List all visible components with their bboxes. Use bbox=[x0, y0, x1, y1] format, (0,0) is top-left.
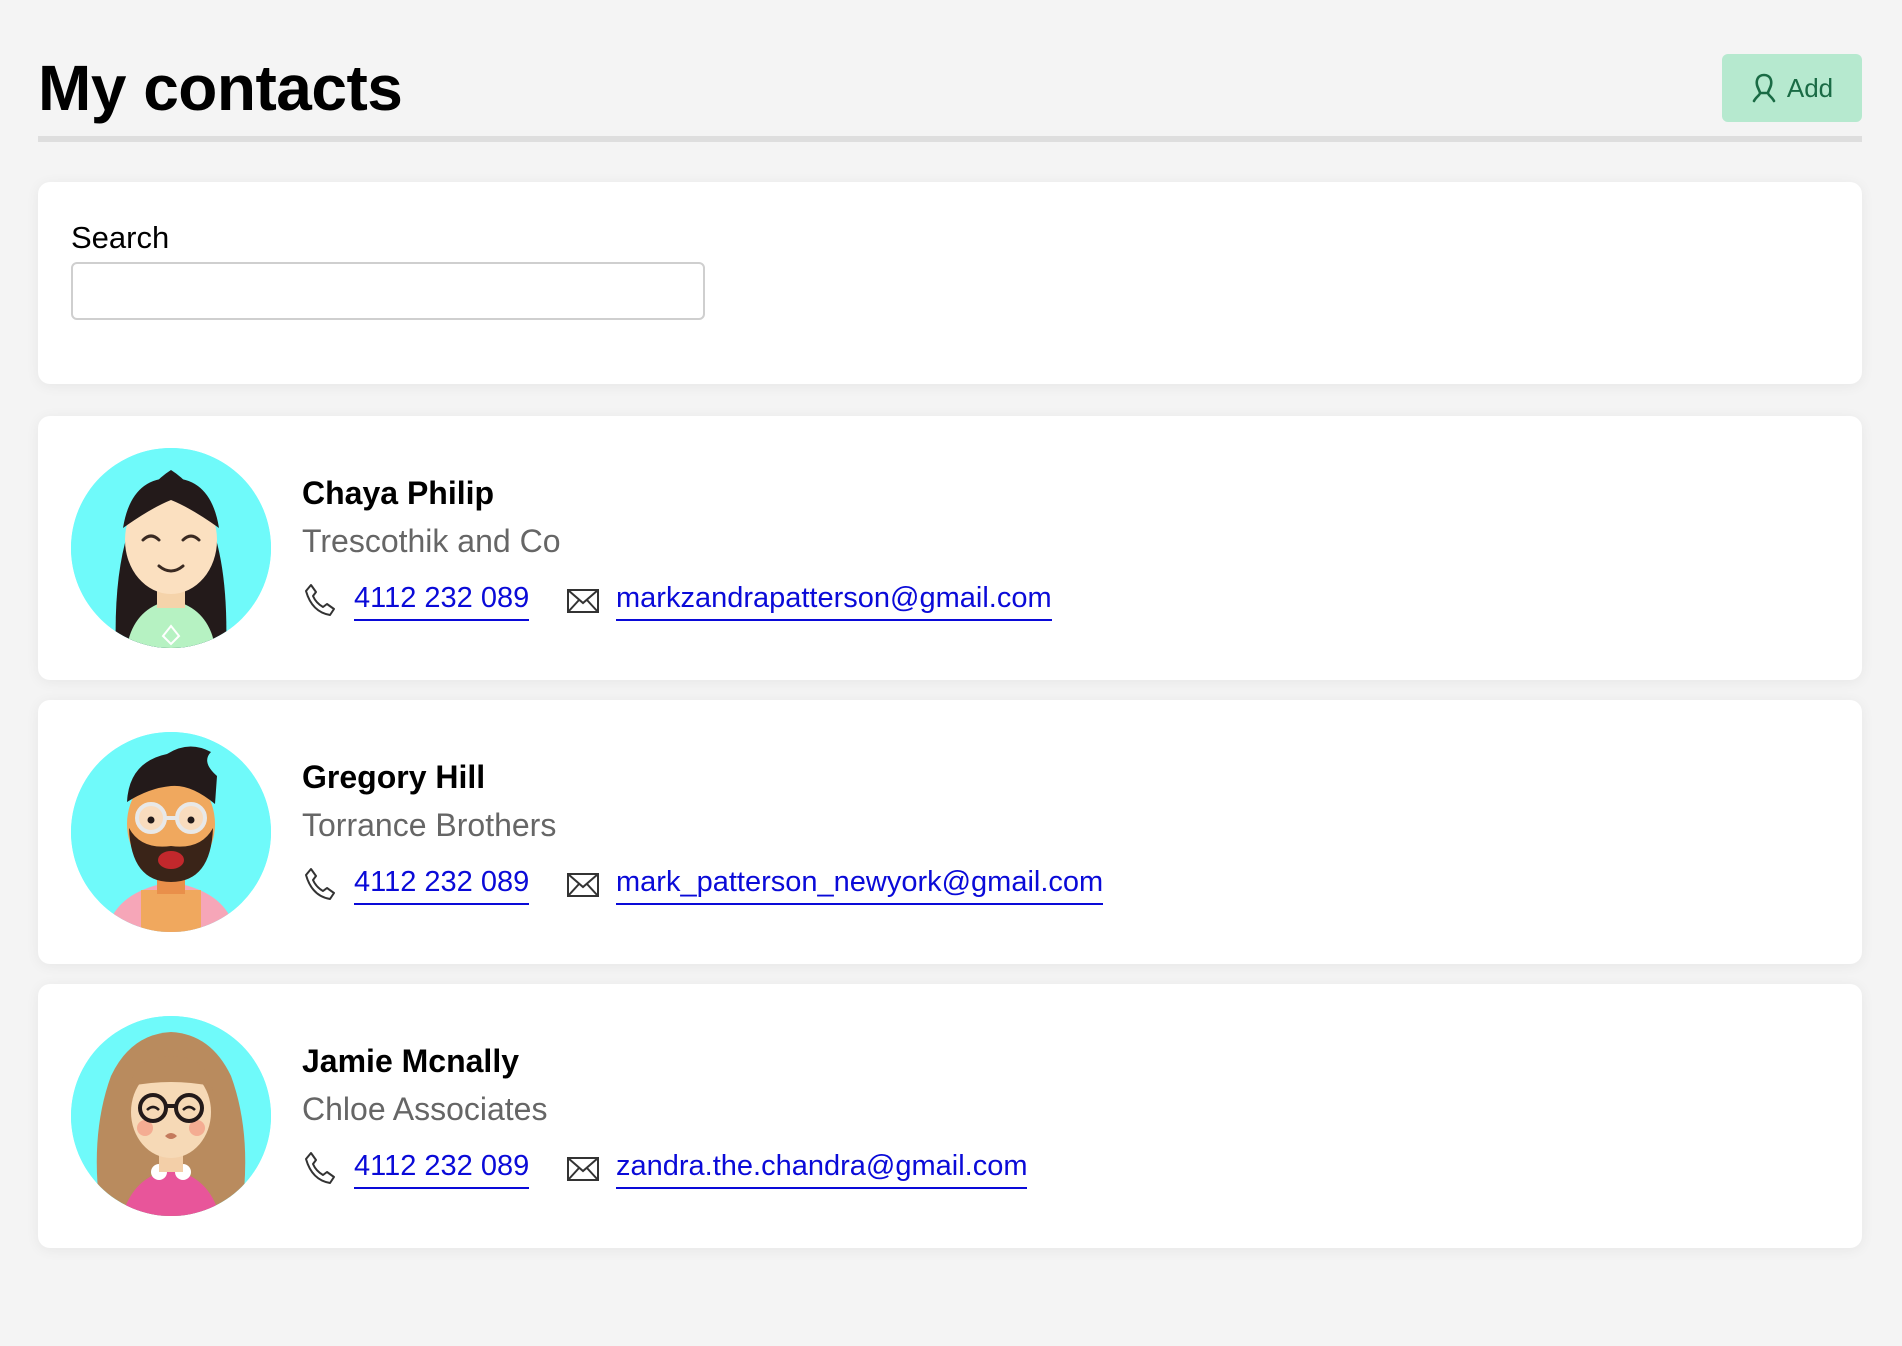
phone-icon bbox=[305, 1152, 335, 1184]
contact-card: Chaya Philip Trescothik and Co 4112 232 … bbox=[38, 416, 1862, 680]
phone-icon bbox=[305, 584, 335, 616]
page-title: My contacts bbox=[38, 52, 403, 124]
phone-link[interactable]: 4112 232 089 bbox=[354, 864, 530, 905]
email-link[interactable]: mark_patterson_newyork@gmail.com bbox=[616, 864, 1104, 905]
phone-icon bbox=[305, 868, 335, 900]
add-button-label: Add bbox=[1786, 72, 1834, 103]
person-add-icon bbox=[1752, 73, 1776, 103]
contact-card: Gregory Hill Torrance Brothers 4112 232 … bbox=[38, 700, 1862, 964]
phone-link[interactable]: 4112 232 089 bbox=[354, 580, 530, 621]
page-header: My contacts Add bbox=[38, 52, 1862, 142]
mail-icon bbox=[567, 1157, 599, 1181]
search-panel: Search bbox=[38, 182, 1862, 384]
contacts-page: My contacts Add Search Chaya Philip Tres… bbox=[0, 0, 1902, 1346]
contact-company: Chloe Associates bbox=[302, 1091, 548, 1127]
contact-name: Gregory Hill bbox=[302, 759, 486, 795]
bearded-man-avatar-icon bbox=[71, 732, 271, 932]
contact-name: Chaya Philip bbox=[302, 475, 495, 511]
contact-company: Torrance Brothers bbox=[302, 807, 557, 843]
woman-glasses-avatar-icon bbox=[71, 1016, 271, 1216]
add-contact-button[interactable]: Add bbox=[1722, 54, 1862, 122]
email-link[interactable]: zandra.the.chandra@gmail.com bbox=[616, 1148, 1028, 1189]
search-input[interactable] bbox=[71, 262, 705, 320]
contact-card: Jamie Mcnally Chloe Associates 4112 232 … bbox=[38, 984, 1862, 1248]
phone-link[interactable]: 4112 232 089 bbox=[354, 1148, 530, 1189]
search-label: Search bbox=[71, 220, 170, 255]
contact-company: Trescothik and Co bbox=[302, 523, 561, 559]
email-link[interactable]: markzandrapatterson@gmail.com bbox=[616, 580, 1052, 621]
mail-icon bbox=[567, 873, 599, 897]
contact-name: Jamie Mcnally bbox=[302, 1043, 519, 1079]
woman-avatar-icon bbox=[71, 448, 271, 648]
mail-icon bbox=[567, 589, 599, 613]
